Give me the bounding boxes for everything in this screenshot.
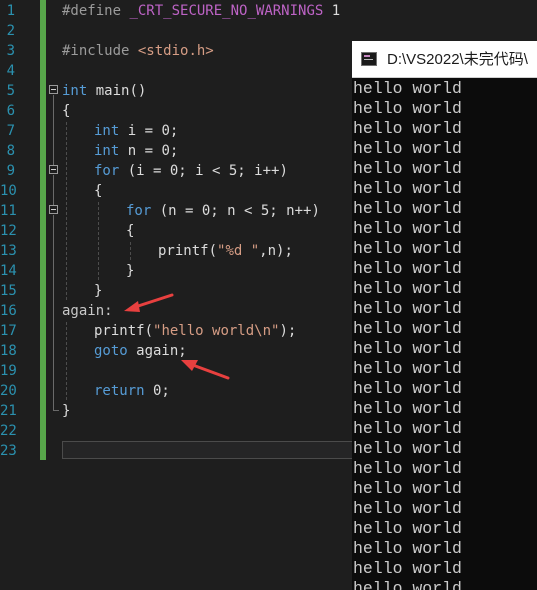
annotation-arrow-icon — [181, 360, 230, 380]
code-line-7: int i = 0; — [94, 123, 179, 139]
editor-input-bar[interactable] — [62, 441, 362, 459]
code-line-18: goto again; — [94, 343, 187, 359]
console-output-line: hello world — [353, 359, 462, 378]
console-output-line: hello world — [353, 539, 462, 558]
code-line-11: for (n = 0; n < 5; n++) — [126, 203, 320, 219]
code-line-12: { — [126, 223, 135, 239]
console-output-line: hello world — [353, 479, 462, 498]
console-output-line: hello world — [353, 239, 462, 258]
console-title-bar[interactable]: D:\VS2022\未完代码\ — [352, 41, 537, 78]
console-output-line: hello world — [353, 379, 462, 398]
code-line-6: { — [62, 103, 71, 119]
console-output-line: hello world — [353, 499, 462, 518]
console-output-line: hello world — [353, 179, 462, 198]
console-output-line: hello world — [353, 99, 462, 118]
annotation-arrow-icon — [124, 293, 174, 312]
console-output-line: hello world — [353, 119, 462, 138]
console-title: D:\VS2022\未完代码\ — [387, 51, 528, 68]
console-output-line: hello world — [353, 399, 462, 418]
code-line-9: for (i = 0; i < 5; i++) — [94, 163, 288, 179]
console-output-line: hello world — [353, 419, 462, 438]
code-line-17: printf("hello world\n"); — [94, 323, 297, 339]
code-line-1: #define _CRT_SECURE_NO_WARNINGS 1 — [62, 3, 341, 19]
code-line-13: printf("%d ",n); — [158, 243, 293, 259]
console-output-line: hello world — [353, 139, 462, 158]
console-output-line: hello world — [353, 459, 462, 478]
console-output-line: hello world — [353, 79, 462, 98]
code-line-8: int n = 0; — [94, 143, 179, 159]
code-line-20: return 0; — [94, 383, 170, 399]
console-window[interactable]: D:\VS2022\未完代码\ hello world hello world he… — [352, 41, 537, 590]
console-output-line: hello world — [353, 159, 462, 178]
code-line-16: again: — [62, 303, 113, 319]
console-output-line: hello world — [353, 259, 462, 278]
console-output-line: hello world — [353, 199, 462, 218]
console-output-line: hello world — [353, 219, 462, 238]
console-output-line: hello world — [353, 339, 462, 358]
console-output-line: hello world — [353, 299, 462, 318]
console-output-line: hello world — [353, 579, 462, 590]
code-line-21: } — [62, 403, 71, 419]
code-line-15: } — [94, 283, 103, 299]
code-line-10: { — [94, 183, 103, 199]
console-output: hello world hello world hello world hello w… — [353, 79, 537, 590]
code-line-5: int main() — [62, 83, 147, 99]
code-line-14: } — [126, 263, 135, 279]
console-app-icon — [361, 52, 377, 66]
console-output-line: hello world — [353, 319, 462, 338]
console-output-line: hello world — [353, 439, 462, 458]
console-output-line: hello world — [353, 519, 462, 538]
console-output-line: hello world — [353, 279, 462, 298]
code-line-3: #include <stdio.h> — [62, 43, 214, 59]
console-output-line: hello world — [353, 559, 462, 578]
